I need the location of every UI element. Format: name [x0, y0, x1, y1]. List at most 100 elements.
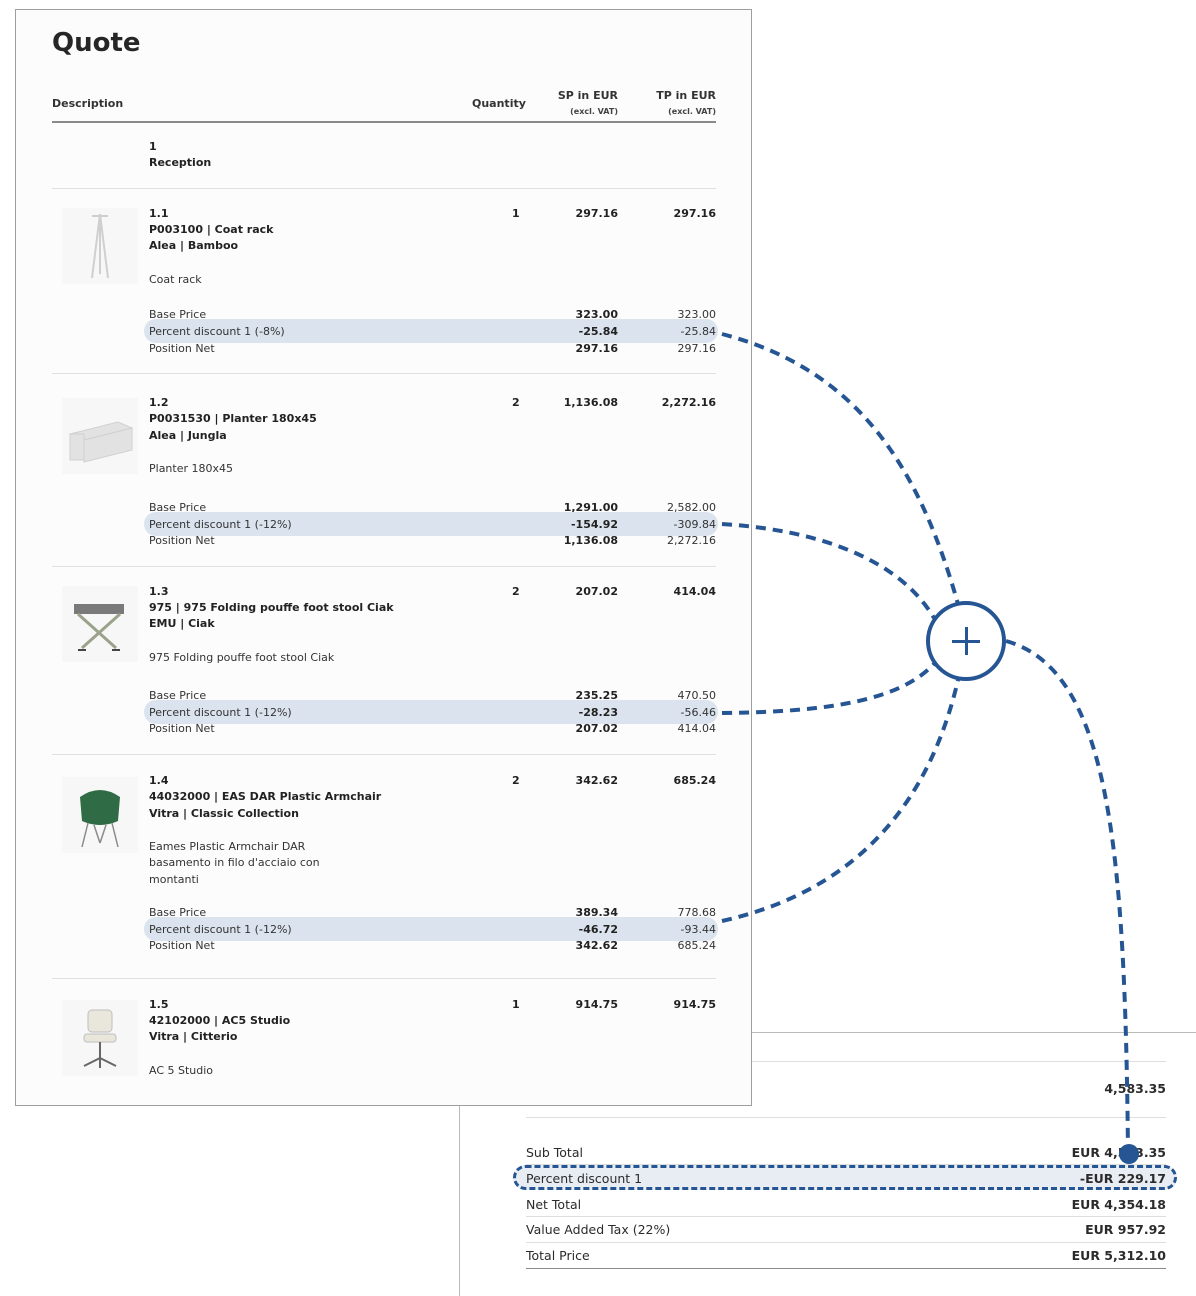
position-description: AC 5 Studio	[149, 1064, 214, 1077]
coat-rack-image	[62, 208, 138, 284]
position-brand: Vitra | Citterio	[149, 1030, 238, 1043]
discount-tp: -25.84	[680, 325, 716, 338]
position-brand: Alea | Jungla	[149, 429, 227, 442]
discount-label: Percent discount 1 (-12%)	[149, 518, 292, 531]
divider	[526, 1242, 1166, 1243]
position-code: 44032000 | EAS DAR Plastic Armchair	[149, 790, 382, 803]
divider	[526, 1268, 1166, 1269]
position-net-tp: 297.16	[677, 342, 717, 355]
discount-label: Percent discount 1 (-12%)	[149, 706, 292, 719]
position-net-sp: 342.62	[575, 939, 618, 952]
position-brand: EMU | Ciak	[149, 617, 215, 630]
position-sp: 297.16	[575, 207, 618, 220]
discount-sp: -25.84	[578, 325, 618, 338]
add-discount-button[interactable]	[926, 601, 1006, 681]
position-tp: 414.04	[673, 585, 716, 598]
position-quantity: 2	[512, 396, 520, 409]
discount-sp: -28.23	[578, 706, 618, 719]
connector-line-1-1	[721, 332, 960, 605]
position-sp: 207.02	[575, 585, 618, 598]
position-net-sp: 1,136.08	[563, 534, 618, 547]
quote-document: Quote Description Quantity SP in EUR (ex…	[15, 9, 752, 1106]
planter-image	[62, 398, 138, 474]
plus-icon	[965, 627, 968, 655]
connector-line-1-3	[721, 662, 936, 715]
position-sp: 342.62	[575, 774, 618, 787]
position-number: 1.4	[149, 774, 169, 787]
summary-label: Sub Total	[526, 1145, 583, 1160]
position-description-line: montanti	[149, 873, 199, 886]
section-name: Reception	[149, 156, 212, 169]
position-net-label: Position Net	[149, 939, 215, 952]
summary-value: EUR 4,354.18	[1071, 1197, 1166, 1212]
summary-value: EUR 5,312.10	[1071, 1248, 1166, 1263]
position-quantity: 2	[512, 774, 520, 787]
position-number: 1.1	[149, 207, 169, 220]
column-header-tp: TP in EUR	[656, 89, 716, 102]
position-quantity: 2	[512, 585, 520, 598]
summary-label: Total Price	[526, 1248, 590, 1263]
column-header-quantity: Quantity	[472, 97, 526, 110]
position-code: P003100 | Coat rack	[149, 223, 274, 236]
column-header-sp: SP in EUR	[557, 89, 618, 102]
office-chair-image	[62, 1000, 138, 1076]
divider	[526, 1117, 1166, 1118]
position-brand: Vitra | Classic Collection	[149, 807, 299, 820]
discount-tp: -56.46	[680, 706, 716, 719]
position-code: P0031530 | Planter 180x45	[149, 412, 317, 425]
armchair-image	[62, 777, 138, 853]
row-divider	[52, 566, 716, 567]
position-tp: 297.16	[673, 207, 716, 220]
position-tp: 2,272.16	[661, 396, 716, 409]
summary-value: EUR 4,583.35	[1071, 1145, 1166, 1160]
position-net-label: Position Net	[149, 534, 215, 547]
row-divider	[52, 978, 716, 979]
position-quantity: 1	[512, 998, 520, 1011]
position-net-sp: 207.02	[575, 722, 618, 735]
position-code: 975 | 975 Folding pouffe foot stool Ciak	[149, 601, 394, 614]
position-net-tp: 2,272.16	[667, 534, 716, 547]
position-tp: 914.75	[673, 998, 716, 1011]
discount-tp: -309.84	[673, 518, 716, 531]
position-number: 1.3	[149, 585, 169, 598]
divider	[526, 1216, 1166, 1217]
position-description: Coat rack	[149, 273, 202, 286]
discount-label: Percent discount 1 (-8%)	[149, 325, 285, 338]
position-net-tp: 685.24	[677, 939, 717, 952]
row-divider	[52, 754, 716, 755]
position-number: 1.5	[149, 998, 169, 1011]
folding-stool-image	[62, 586, 138, 662]
position-net-label: Position Net	[149, 342, 215, 355]
position-number: 1.2	[149, 396, 169, 409]
discount-label: Percent discount 1 (-12%)	[149, 923, 292, 936]
summary-value: EUR 957.92	[1085, 1222, 1166, 1237]
position-brand: Alea | Bamboo	[149, 239, 239, 252]
row-divider	[52, 373, 716, 374]
position-net-sp: 297.16	[575, 342, 618, 355]
column-header-description: Description	[52, 97, 124, 110]
header-rule	[52, 121, 716, 123]
position-net-label: Position Net	[149, 722, 215, 735]
summary-label: Net Total	[526, 1197, 582, 1212]
discount-tp: -93.44	[680, 923, 716, 936]
position-net-tp: 414.04	[677, 722, 717, 735]
position-sp: 1,136.08	[563, 396, 618, 409]
discount-sp: -46.72	[578, 923, 618, 936]
row-divider	[52, 188, 716, 189]
position-description-line: Eames Plastic Armchair DAR	[149, 840, 306, 853]
position-quantity: 1	[512, 207, 520, 220]
position-code: 42102000 | AC5 Studio	[149, 1014, 291, 1027]
summary-value: -EUR 229.17	[1079, 1171, 1166, 1186]
position-description: 975 Folding pouffe foot stool Ciak	[149, 651, 335, 664]
column-header-tp-sub: (excl. VAT)	[668, 107, 716, 116]
position-description-line: basamento in filo d'acciaio con	[149, 856, 320, 869]
summary-label: Percent discount 1	[526, 1171, 643, 1186]
page-title: Quote	[52, 28, 141, 58]
connector-line-1-2	[721, 522, 936, 620]
discount-sp: -154.92	[570, 518, 618, 531]
position-tp: 685.24	[673, 774, 716, 787]
summary-label: Value Added Tax (22%)	[526, 1222, 671, 1237]
section-total-value: 4,583.35	[1104, 1081, 1166, 1096]
column-header-sp-sub: (excl. VAT)	[570, 107, 618, 116]
section-number: 1	[149, 140, 157, 153]
